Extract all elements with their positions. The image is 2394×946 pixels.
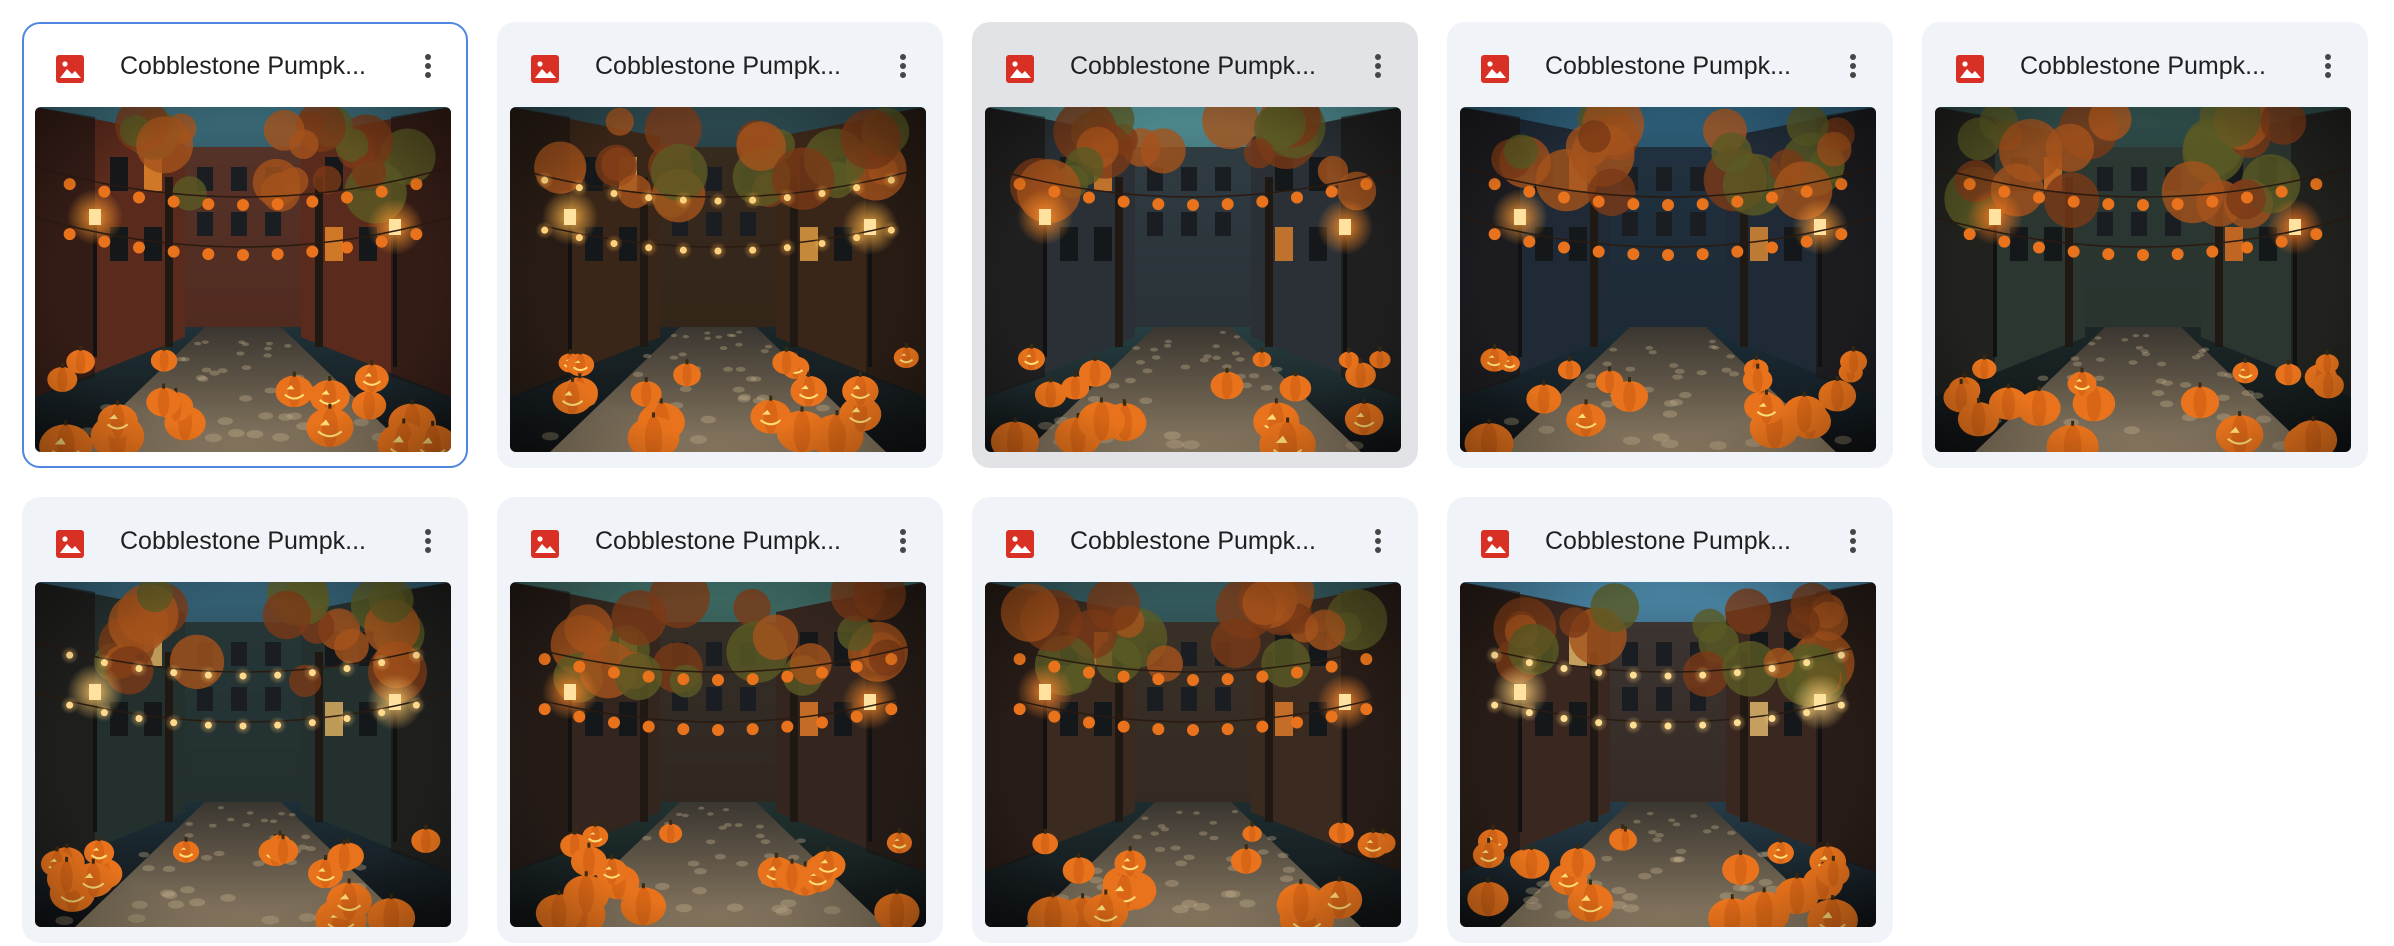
- image-file-icon: [1480, 54, 1510, 84]
- file-name[interactable]: Cobblestone Pumpk...: [1545, 521, 1815, 561]
- file-name[interactable]: Cobblestone Pumpk...: [1545, 46, 1815, 86]
- file-card-4[interactable]: Cobblestone Pumpk...: [1447, 22, 1893, 468]
- file-card-3[interactable]: Cobblestone Pumpk...: [972, 22, 1418, 468]
- file-thumbnail[interactable]: [985, 107, 1401, 452]
- file-name[interactable]: Cobblestone Pumpk...: [120, 46, 390, 86]
- file-card-header: Cobblestone Pumpk...: [497, 22, 943, 106]
- image-file-icon: [530, 529, 560, 559]
- street-scene-image: [510, 107, 926, 452]
- street-scene-image: [1460, 107, 1876, 452]
- street-scene-image: [1460, 582, 1876, 927]
- file-thumbnail[interactable]: [35, 107, 451, 452]
- more-actions-button[interactable]: [2306, 44, 2350, 88]
- file-thumbnail[interactable]: [35, 582, 451, 927]
- image-file-icon: [55, 529, 85, 559]
- more-actions-button[interactable]: [406, 44, 450, 88]
- file-thumbnail[interactable]: [1935, 107, 2351, 452]
- image-file-icon: [530, 54, 560, 84]
- street-scene-image: [1935, 107, 2351, 452]
- file-card-1[interactable]: Cobblestone Pumpk...: [22, 22, 468, 468]
- file-card-5[interactable]: Cobblestone Pumpk...: [1922, 22, 2368, 468]
- file-card-7[interactable]: Cobblestone Pumpk...: [497, 497, 943, 943]
- file-card-9[interactable]: Cobblestone Pumpk...: [1447, 497, 1893, 943]
- image-file-icon: [1005, 54, 1035, 84]
- street-scene-image: [985, 582, 1401, 927]
- file-name[interactable]: Cobblestone Pumpk...: [120, 521, 390, 561]
- street-scene-image: [510, 582, 926, 927]
- image-file-icon: [1955, 54, 1985, 84]
- more-vertical-icon: [1850, 529, 1856, 553]
- more-vertical-icon: [425, 54, 431, 78]
- more-vertical-icon: [2325, 54, 2331, 78]
- file-thumbnail[interactable]: [985, 582, 1401, 927]
- street-scene-image: [35, 107, 451, 452]
- image-file-icon: [1005, 529, 1035, 559]
- file-name[interactable]: Cobblestone Pumpk...: [595, 521, 865, 561]
- more-actions-button[interactable]: [881, 519, 925, 563]
- file-name[interactable]: Cobblestone Pumpk...: [2020, 46, 2290, 86]
- more-vertical-icon: [1375, 54, 1381, 78]
- file-card-header: Cobblestone Pumpk...: [972, 22, 1418, 106]
- file-thumbnail[interactable]: [510, 582, 926, 927]
- more-vertical-icon: [425, 529, 431, 553]
- file-thumbnail[interactable]: [1460, 107, 1876, 452]
- street-scene-image: [985, 107, 1401, 452]
- more-vertical-icon: [900, 529, 906, 553]
- street-scene-image: [35, 582, 451, 927]
- more-actions-button[interactable]: [1356, 519, 1400, 563]
- file-card-header: Cobblestone Pumpk...: [1922, 22, 2368, 106]
- image-file-icon: [55, 54, 85, 84]
- more-actions-button[interactable]: [881, 44, 925, 88]
- more-actions-button[interactable]: [1831, 44, 1875, 88]
- more-vertical-icon: [1850, 54, 1856, 78]
- image-file-icon: [1480, 529, 1510, 559]
- file-card-header: Cobblestone Pumpk...: [972, 497, 1418, 581]
- file-card-header: Cobblestone Pumpk...: [22, 497, 468, 581]
- more-vertical-icon: [1375, 529, 1381, 553]
- file-card-header: Cobblestone Pumpk...: [24, 24, 466, 108]
- file-card-header: Cobblestone Pumpk...: [1447, 497, 1893, 581]
- file-card-8[interactable]: Cobblestone Pumpk...: [972, 497, 1418, 943]
- more-actions-button[interactable]: [1356, 44, 1400, 88]
- file-card-2[interactable]: Cobblestone Pumpk...: [497, 22, 943, 468]
- more-vertical-icon: [900, 54, 906, 78]
- more-actions-button[interactable]: [406, 519, 450, 563]
- file-thumbnail[interactable]: [510, 107, 926, 452]
- file-card-header: Cobblestone Pumpk...: [497, 497, 943, 581]
- file-thumbnail[interactable]: [1460, 582, 1876, 927]
- file-card-header: Cobblestone Pumpk...: [1447, 22, 1893, 106]
- file-name[interactable]: Cobblestone Pumpk...: [1070, 46, 1340, 86]
- file-name[interactable]: Cobblestone Pumpk...: [1070, 521, 1340, 561]
- more-actions-button[interactable]: [1831, 519, 1875, 563]
- file-card-6[interactable]: Cobblestone Pumpk...: [22, 497, 468, 943]
- file-name[interactable]: Cobblestone Pumpk...: [595, 46, 865, 86]
- file-grid: Cobblestone Pumpk... Cobblestone Pumpk..…: [0, 0, 2394, 946]
